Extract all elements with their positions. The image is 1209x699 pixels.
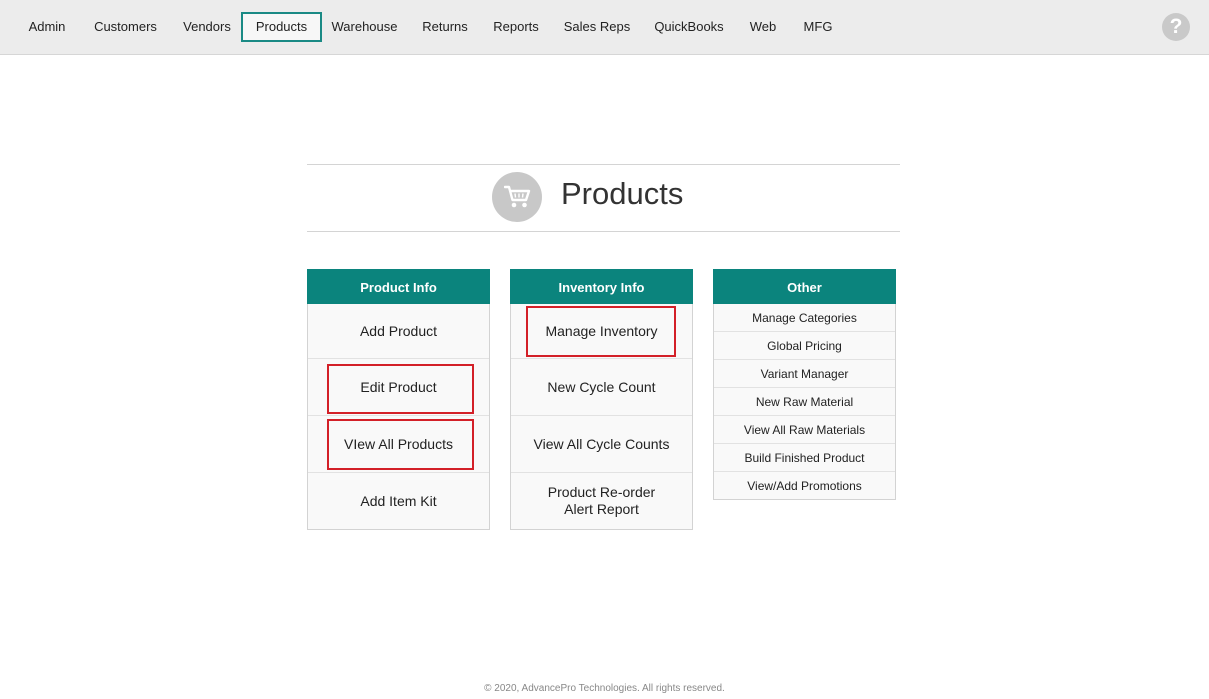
manage-inventory-label: Manage Inventory: [545, 323, 658, 339]
product-info-header: Product Info: [307, 269, 490, 304]
nav-admin[interactable]: Admin: [18, 12, 76, 42]
cart-glyph: [504, 185, 531, 208]
nav-sales-reps[interactable]: Sales Reps: [558, 12, 636, 42]
nav-products[interactable]: Products: [241, 12, 322, 42]
add-product-link[interactable]: Add Product: [308, 304, 489, 358]
help-icon[interactable]: ?: [1162, 13, 1190, 41]
view-all-raw-materials-link[interactable]: View All Raw Materials: [714, 415, 895, 443]
other-menu: Manage Categories Global Pricing Variant…: [713, 304, 896, 500]
product-info-panel: Product Info Add Product Edit Product VI…: [307, 269, 490, 530]
new-cycle-count-link[interactable]: New Cycle Count: [511, 358, 692, 415]
inventory-info-menu: Manage Inventory New Cycle Count View Al…: [510, 304, 693, 530]
manage-categories-link[interactable]: Manage Categories: [714, 304, 895, 331]
nav-customers[interactable]: Customers: [88, 12, 163, 42]
nav-quickbooks[interactable]: QuickBooks: [650, 12, 728, 42]
view-all-products-label: VIew All Products: [344, 436, 453, 452]
inventory-info-header: Inventory Info: [510, 269, 693, 304]
view-all-products-link[interactable]: VIew All Products: [308, 415, 489, 472]
product-info-menu: Add Product Edit Product VIew All Produc…: [307, 304, 490, 530]
product-reorder-alert-report-link[interactable]: Product Re-order Alert Report: [511, 472, 692, 529]
other-panel: Other Manage Categories Global Pricing V…: [713, 269, 896, 500]
build-finished-product-link[interactable]: Build Finished Product: [714, 443, 895, 471]
add-item-kit-link[interactable]: Add Item Kit: [308, 472, 489, 529]
new-raw-material-link[interactable]: New Raw Material: [714, 387, 895, 415]
top-navigation-bar: Admin Customers Vendors Products Warehou…: [0, 0, 1209, 55]
header-bottom-divider: [307, 231, 900, 232]
edit-product-link[interactable]: Edit Product: [308, 358, 489, 415]
copyright-footer: © 2020, AdvancePro Technologies. All rig…: [484, 683, 725, 694]
global-pricing-link[interactable]: Global Pricing: [714, 331, 895, 359]
view-all-cycle-counts-link[interactable]: View All Cycle Counts: [511, 415, 692, 472]
nav-returns[interactable]: Returns: [415, 12, 475, 42]
page-title: Products: [561, 176, 684, 211]
inventory-info-panel: Inventory Info Manage Inventory New Cycl…: [510, 269, 693, 530]
shopping-cart-icon: [492, 172, 542, 222]
nav-warehouse[interactable]: Warehouse: [328, 12, 401, 42]
variant-manager-link[interactable]: Variant Manager: [714, 359, 895, 387]
edit-product-label: Edit Product: [360, 379, 437, 395]
nav-mfg[interactable]: MFG: [797, 12, 839, 42]
nav-reports[interactable]: Reports: [487, 12, 545, 42]
view-add-promotions-link[interactable]: View/Add Promotions: [714, 471, 895, 499]
manage-inventory-link[interactable]: Manage Inventory: [511, 304, 692, 358]
nav-vendors[interactable]: Vendors: [176, 12, 238, 42]
other-header: Other: [713, 269, 896, 304]
header-top-divider: [307, 164, 900, 165]
nav-web[interactable]: Web: [744, 12, 782, 42]
